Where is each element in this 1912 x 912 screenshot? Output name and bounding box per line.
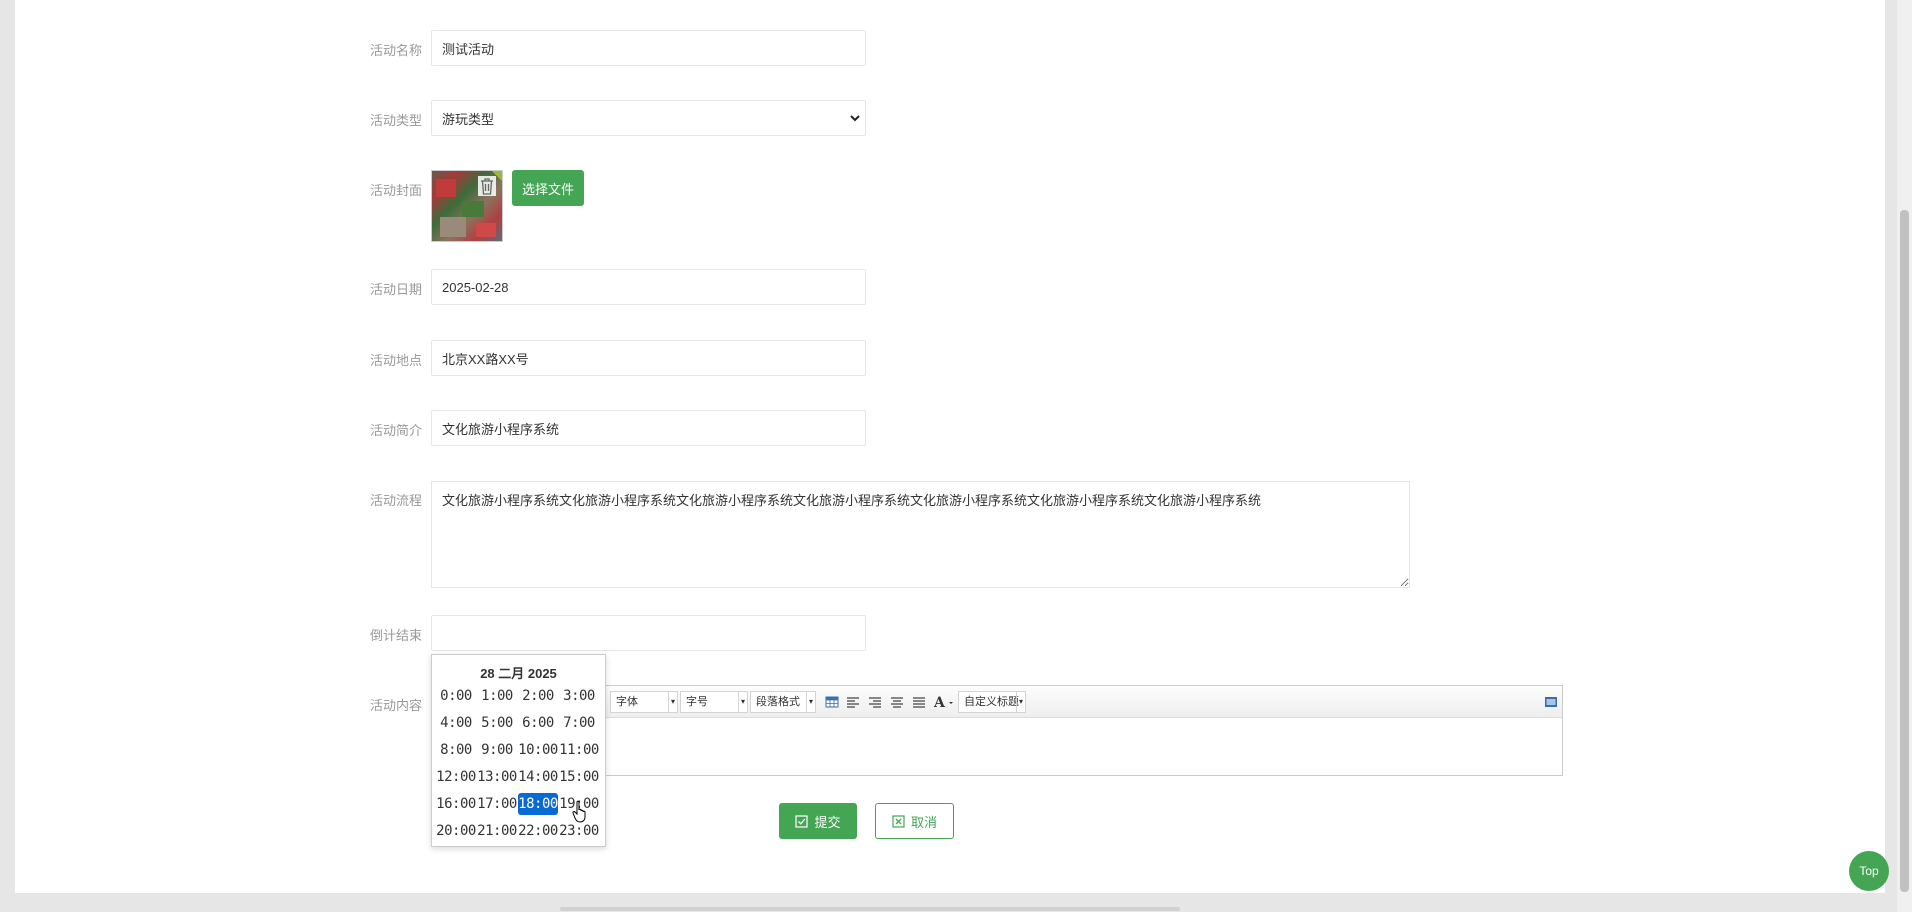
cancel-icon	[892, 814, 905, 828]
countdown-label: 倒计结束	[369, 628, 422, 643]
flow-label: 活动流程	[369, 493, 422, 508]
hour-option[interactable]: 6:00	[518, 712, 558, 734]
font-family-select[interactable]: 字体 ▾	[610, 691, 678, 713]
align-right-icon[interactable]	[867, 694, 883, 710]
align-left-icon[interactable]	[845, 694, 861, 710]
hour-option[interactable]: 22:00	[518, 820, 558, 842]
hour-option[interactable]: 12:00	[436, 766, 476, 788]
align-center-icon[interactable]	[889, 694, 905, 710]
hand-cursor-icon	[572, 800, 586, 823]
font-size-select[interactable]: 字号 ▾	[680, 691, 748, 713]
hour-option[interactable]: 17:00	[477, 793, 517, 815]
type-value: 游玩类型	[442, 111, 495, 127]
custom-heading-select[interactable]: 自定义标题 ▾	[958, 691, 1026, 713]
justify-icon[interactable]	[911, 694, 927, 710]
hour-option[interactable]: 11:00	[559, 739, 599, 761]
name-label: 活动名称	[369, 43, 422, 58]
hour-option[interactable]: 20:00	[436, 820, 476, 842]
table-icon[interactable]	[824, 694, 840, 710]
horizontal-scrollbar-thumb[interactable]	[560, 907, 1180, 911]
hour-option[interactable]: 1:00	[477, 685, 517, 707]
submit-icon	[795, 814, 809, 828]
cancel-button[interactable]: 取消	[875, 803, 954, 839]
trash-icon[interactable]	[478, 176, 496, 196]
hour-option[interactable]: 13:00	[477, 766, 517, 788]
chevron-down-icon	[850, 115, 860, 122]
hour-option[interactable]: 14:00	[518, 766, 558, 788]
date-input[interactable]: 2025-02-28	[431, 269, 866, 305]
hour-option[interactable]: 4:00	[436, 712, 476, 734]
hour-option[interactable]: 5:00	[477, 712, 517, 734]
hour-option[interactable]: 8:00	[436, 739, 476, 761]
back-to-top-button[interactable]: Top	[1849, 851, 1889, 891]
name-input[interactable]: 测试活动	[431, 30, 866, 66]
cover-label: 活动封面	[369, 183, 422, 198]
scrollbar-thumb[interactable]	[1900, 210, 1909, 892]
font-size-label: 字号	[686, 696, 708, 708]
hour-option[interactable]: 0:00	[436, 685, 476, 707]
location-value: 北京XX路XX号	[442, 351, 529, 367]
paragraph-label: 段落格式	[756, 696, 800, 708]
hour-option[interactable]: 15:00	[559, 766, 599, 788]
hour-option[interactable]: 7:00	[559, 712, 599, 734]
countdown-input[interactable]	[431, 615, 866, 651]
hour-option[interactable]: 16:00	[436, 793, 476, 815]
font-family-label: 字体	[616, 696, 638, 708]
hour-option[interactable]: 10:00	[518, 739, 558, 761]
hour-option[interactable]: 3:00	[559, 685, 599, 707]
hour-option[interactable]: 2:00	[518, 685, 558, 707]
hour-option[interactable]: 9:00	[477, 739, 517, 761]
date-value: 2025-02-28	[442, 279, 509, 295]
hour-option[interactable]: 21:00	[477, 820, 517, 842]
custom-heading-label: 自定义标题	[964, 696, 1019, 708]
intro-input[interactable]: 文化旅游小程序系统	[431, 410, 866, 446]
font-color-icon[interactable]: A	[933, 694, 955, 710]
paragraph-select[interactable]: 段落格式 ▾	[750, 691, 816, 713]
submit-label: 提交	[814, 814, 841, 830]
vertical-scrollbar[interactable]	[1897, 0, 1912, 912]
source-icon[interactable]	[1543, 694, 1559, 710]
hour-option[interactable]: 18:00	[518, 793, 558, 815]
date-label: 活动日期	[369, 282, 422, 297]
submit-button[interactable]: 提交	[779, 803, 857, 839]
horizontal-scrollbar[interactable]	[0, 893, 1897, 912]
type-label: 活动类型	[369, 113, 422, 128]
choose-file-button[interactable]: 选择文件	[512, 170, 584, 206]
intro-value: 文化旅游小程序系统	[442, 421, 560, 437]
content-label: 活动内容	[369, 698, 422, 713]
location-label: 活动地点	[369, 353, 422, 368]
cancel-label: 取消	[910, 814, 937, 830]
name-value: 测试活动	[442, 41, 495, 57]
flow-textarea[interactable]: 文化旅游小程序系统文化旅游小程序系统文化旅游小程序系统文化旅游小程序系统文化旅游…	[431, 481, 1410, 588]
intro-label: 活动简介	[369, 423, 422, 438]
picker-title: 28 二月 2025	[480, 666, 557, 681]
location-input[interactable]: 北京XX路XX号	[431, 340, 866, 376]
svg-text:A: A	[933, 695, 946, 710]
type-select[interactable]: 游玩类型	[431, 100, 866, 136]
